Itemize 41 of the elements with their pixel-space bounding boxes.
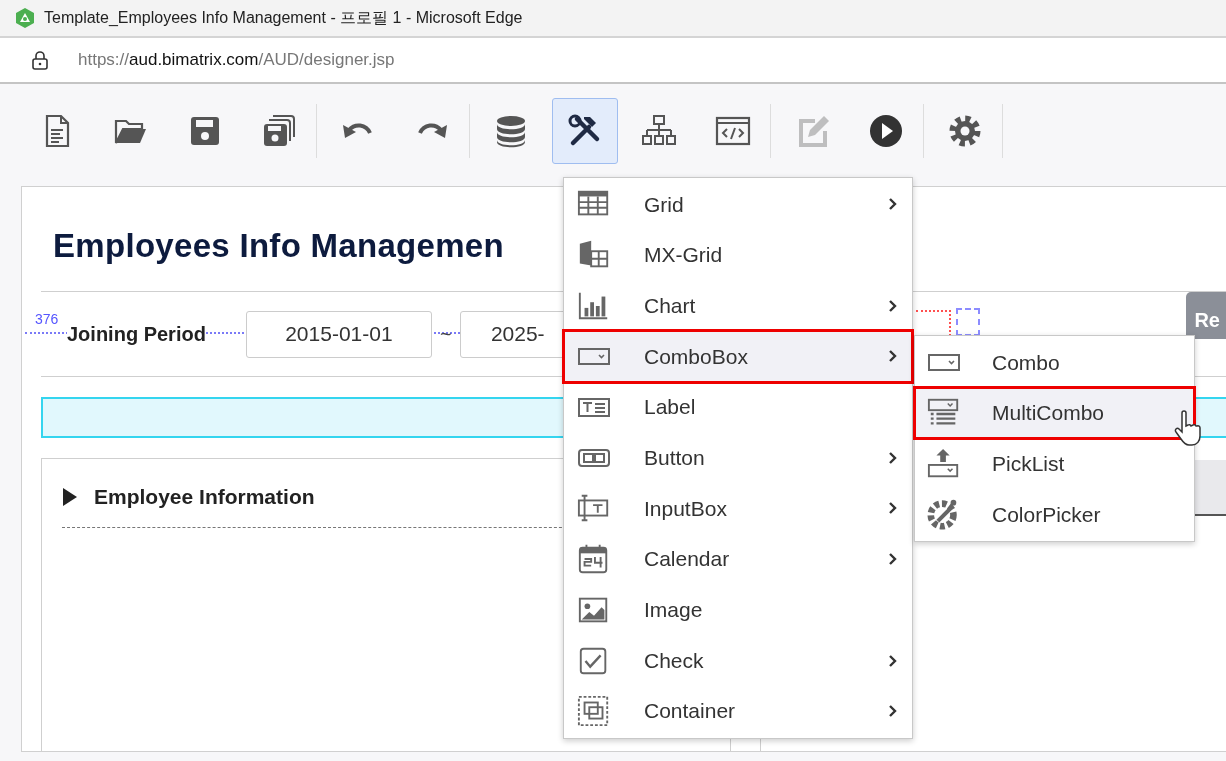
play-icon bbox=[868, 113, 904, 149]
menu-item[interactable]: Label bbox=[564, 381, 912, 433]
menu-item[interactable]: InputBox bbox=[564, 483, 912, 534]
chevron-right-icon bbox=[888, 653, 898, 668]
menu-item[interactable]: Combo bbox=[915, 337, 1194, 388]
url-text[interactable]: https://aud.bimatrix.com/AUD/designer.jsp bbox=[74, 47, 395, 73]
chevron-right-icon bbox=[888, 552, 898, 567]
chevron-right-icon bbox=[888, 349, 898, 364]
chevron-right-icon bbox=[888, 501, 898, 516]
push-button-icon bbox=[578, 448, 610, 467]
menu-item[interactable]: Check bbox=[564, 635, 912, 686]
menu-item[interactable]: Image bbox=[564, 584, 912, 636]
triangle-icon bbox=[62, 486, 78, 507]
section-title: Employee Information bbox=[94, 484, 315, 510]
menu-item[interactable]: Calendar bbox=[564, 533, 912, 585]
toolbar-button[interactable] bbox=[552, 98, 618, 164]
menu-item[interactable]: ColorPicker bbox=[915, 489, 1194, 540]
settings-icon bbox=[947, 113, 983, 149]
menu-item[interactable]: MX-Grid bbox=[564, 229, 912, 281]
app-logo-icon bbox=[14, 7, 36, 29]
menu-item[interactable]: Grid bbox=[564, 179, 912, 230]
dropdown-icon bbox=[928, 353, 960, 371]
chevron-right-icon bbox=[888, 298, 898, 313]
window-title: Template_Employees Info Management - 프로필 1 - Microsoft Edge bbox=[44, 8, 523, 28]
floppy-disks-icon bbox=[261, 113, 297, 149]
date-field[interactable]: 2015-01-01 bbox=[245, 310, 432, 358]
dropdown-icon bbox=[578, 347, 610, 365]
menu-item[interactable]: ComboBox bbox=[564, 331, 912, 382]
page-title: Employees Info Managemen bbox=[53, 227, 504, 264]
range-separator: ~ bbox=[439, 322, 453, 347]
lock-icon bbox=[30, 49, 50, 71]
menu-item[interactable]: Container bbox=[564, 685, 912, 737]
guide-label: 376 bbox=[35, 310, 59, 329]
label-icon bbox=[578, 397, 610, 417]
chevron-right-icon bbox=[888, 704, 898, 719]
container-icon bbox=[577, 694, 611, 729]
chevron-right-icon bbox=[888, 450, 898, 465]
chevron-right-icon bbox=[888, 197, 898, 212]
menu-item[interactable]: Button bbox=[564, 432, 912, 484]
menu-item[interactable]: MultiCombo bbox=[915, 387, 1194, 439]
menu-item[interactable]: PickList bbox=[915, 438, 1194, 490]
